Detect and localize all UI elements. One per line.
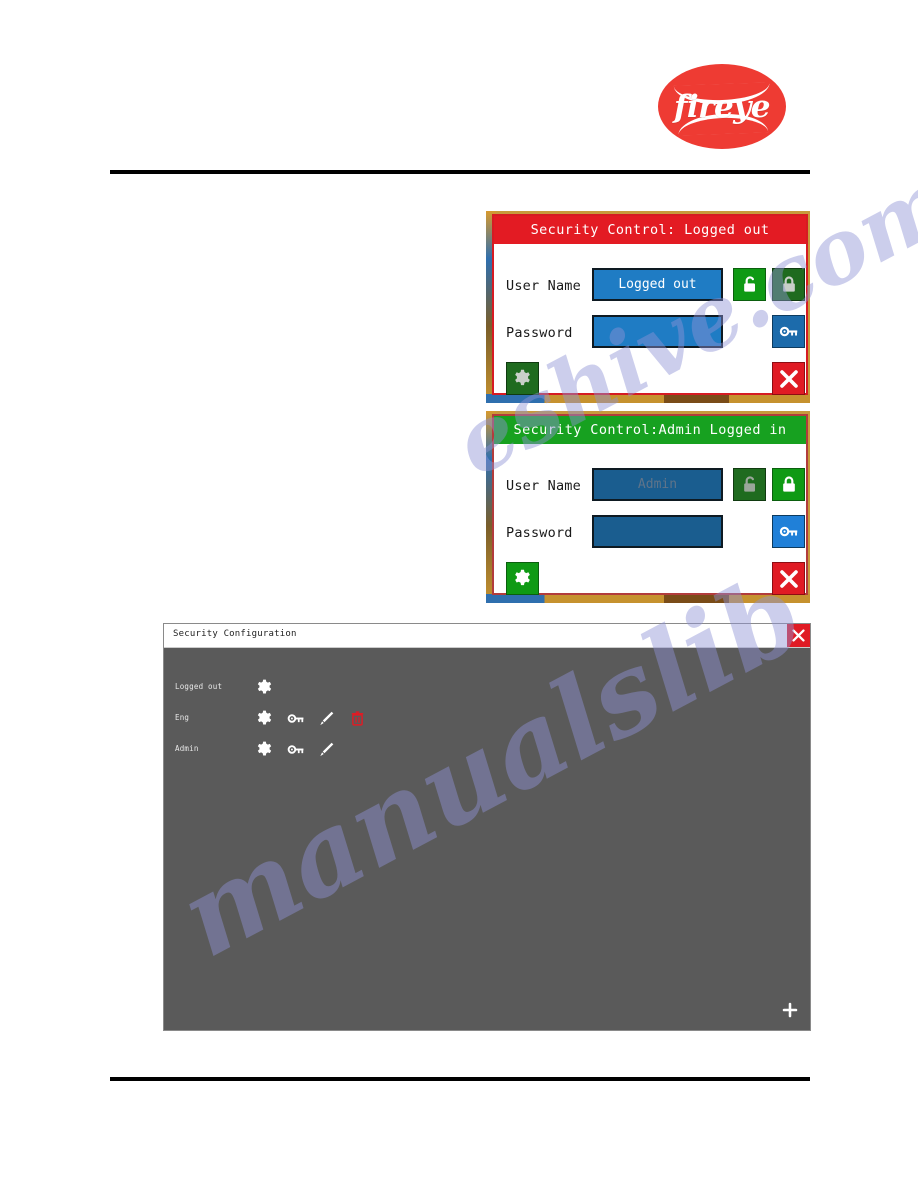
row-password-button[interactable]	[281, 735, 310, 764]
table-row: Admin	[164, 735, 810, 765]
close-dialog-button[interactable]	[772, 362, 805, 395]
lock-button[interactable]	[772, 268, 805, 301]
security-configuration-titlebar: Security Configuration	[164, 624, 810, 648]
row-label: Eng	[175, 713, 190, 722]
logo-wordmark: fireye	[674, 88, 770, 125]
plus-icon	[781, 1001, 799, 1019]
key-icon	[778, 521, 799, 542]
gear-icon	[512, 368, 533, 389]
row-password-button[interactable]	[281, 704, 310, 733]
close-icon	[777, 367, 801, 391]
user-name-label: User Name	[506, 278, 581, 294]
unlock-icon	[740, 275, 760, 295]
settings-button[interactable]	[506, 562, 539, 595]
header-rule	[110, 170, 810, 174]
row-label: Logged out	[175, 682, 223, 691]
security-configuration-window: Security Configuration Logged out Eng Ad…	[163, 623, 811, 1031]
row-settings-button[interactable]	[250, 673, 279, 702]
row-label: Admin	[175, 744, 199, 753]
add-user-button[interactable]	[777, 997, 803, 1023]
fireye-logo: fireye	[648, 62, 810, 162]
key-icon	[286, 709, 305, 728]
unlock-button[interactable]	[733, 268, 766, 301]
unlock-icon	[740, 475, 760, 495]
dialog-title-logged-out: Security Control: Logged out	[494, 216, 806, 244]
password-label: Password	[506, 325, 573, 341]
table-row: Logged out	[164, 673, 810, 703]
security-control-dialog-admin: Security Control:Admin Logged in User Na…	[492, 414, 808, 595]
lock-button[interactable]	[772, 468, 805, 501]
dialog-title-admin: Security Control:Admin Logged in	[494, 416, 806, 444]
row-edit-button[interactable]	[312, 735, 341, 764]
key-icon	[778, 321, 799, 342]
dialog-body-admin: User Name Admin Password	[494, 444, 806, 595]
window-background-strip-bottom	[486, 394, 810, 403]
lock-icon	[779, 275, 799, 295]
password-input[interactable]	[592, 515, 723, 548]
pencil-icon	[317, 740, 336, 759]
lock-icon	[779, 475, 799, 495]
close-icon	[777, 567, 801, 591]
password-label: Password	[506, 525, 573, 541]
gear-icon	[255, 709, 274, 728]
gear-icon	[512, 568, 533, 589]
pencil-icon	[317, 709, 336, 728]
user-name-input[interactable]: Logged out	[592, 268, 723, 301]
footer-rule	[110, 1077, 810, 1081]
row-edit-button[interactable]	[312, 704, 341, 733]
gear-icon	[255, 740, 274, 759]
change-password-button[interactable]	[772, 515, 805, 548]
gear-icon	[255, 678, 274, 697]
close-dialog-button[interactable]	[772, 562, 805, 595]
window-title: Security Configuration	[173, 629, 297, 639]
close-icon	[790, 627, 807, 644]
change-password-button[interactable]	[772, 315, 805, 348]
dialog-body-logged-out: User Name Logged out Password	[494, 244, 806, 395]
key-icon	[286, 740, 305, 759]
user-name-label: User Name	[506, 478, 581, 494]
table-row: Eng	[164, 704, 810, 734]
security-control-admin-window: Security Control:Admin Logged in User Na…	[486, 411, 810, 603]
unlock-button[interactable]	[733, 468, 766, 501]
window-background-strip-bottom	[486, 594, 810, 603]
settings-button[interactable]	[506, 362, 539, 395]
user-name-input[interactable]: Admin	[592, 468, 723, 501]
row-delete-button[interactable]	[343, 704, 372, 733]
security-control-dialog-logged-out: Security Control: Logged out User Name L…	[492, 214, 808, 395]
row-settings-button[interactable]	[250, 735, 279, 764]
password-input[interactable]	[592, 315, 723, 348]
row-settings-button[interactable]	[250, 704, 279, 733]
security-control-logged-out-window: Security Control: Logged out User Name L…	[486, 211, 810, 403]
trash-icon	[349, 710, 366, 727]
close-window-button[interactable]	[787, 624, 810, 647]
